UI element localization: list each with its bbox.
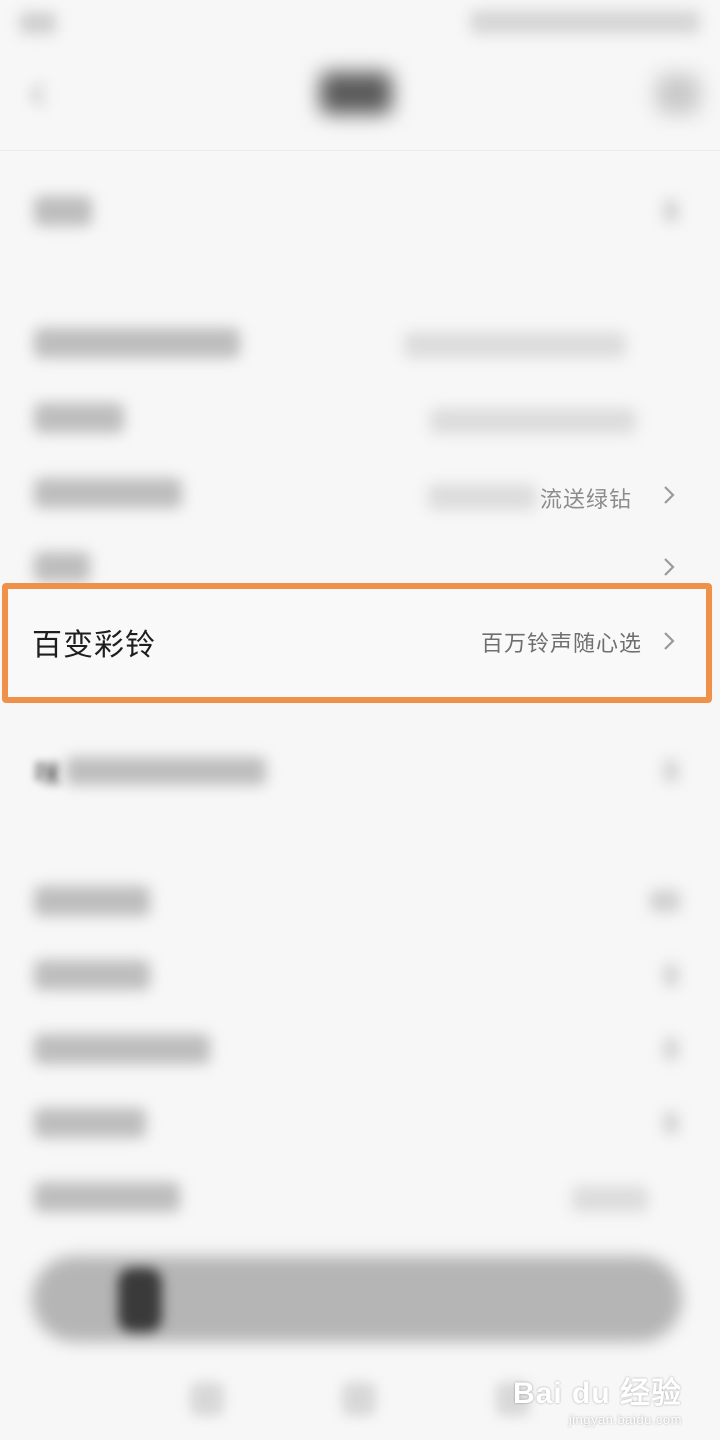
settings-row-7-label[interactable] [34, 886, 150, 916]
settings-row-11-value [572, 1186, 648, 1212]
album-art-icon[interactable] [118, 1268, 162, 1332]
settings-row-9-label[interactable] [34, 1034, 210, 1064]
chevron-right-icon [664, 1112, 678, 1134]
settings-row-5-label[interactable] [34, 552, 90, 582]
settings-row-4-value: 流送绿钻 [540, 488, 633, 513]
chevron-right-icon [664, 964, 678, 986]
ringback-label[interactable]: 百变彩铃 [32, 620, 156, 664]
chevron-right-icon[interactable] [662, 630, 676, 652]
settings-row-4-label[interactable] [34, 478, 182, 508]
settings-row-1-label[interactable] [34, 196, 92, 226]
chevron-right-icon [664, 200, 678, 222]
settings-row-8-label[interactable] [34, 960, 150, 990]
watermark-brand: Bai du 经验 [512, 1377, 682, 1410]
settings-row-3-label[interactable] [34, 403, 124, 433]
settings-row-10-label[interactable] [34, 1108, 146, 1138]
migu-row-label[interactable]: 咪 [34, 753, 63, 793]
migu-row-label-rest [66, 757, 266, 785]
settings-row-3-value [430, 408, 636, 434]
chevron-right-icon [664, 486, 675, 504]
header-action-icon[interactable] [656, 74, 700, 114]
status-bar-time [20, 12, 56, 34]
baidu-watermark: Bai du 经验 jingyan.baidu.com [513, 1368, 682, 1427]
page-title [320, 72, 392, 114]
settings-row-11-label[interactable] [34, 1182, 180, 1212]
back-arrow-icon[interactable] [22, 78, 56, 112]
settings-row-4-value-blurred [428, 484, 536, 510]
toggle-icon[interactable] [650, 890, 680, 912]
watermark-url: jingyan.baidu.com [568, 1412, 682, 1427]
nav-home-icon[interactable] [190, 1382, 224, 1416]
status-bar-indicators [470, 10, 700, 34]
chevron-right-icon [664, 1038, 678, 1060]
settings-row-2-value [404, 332, 626, 358]
settings-row-2-label[interactable] [34, 328, 240, 358]
chevron-right-icon [664, 760, 678, 782]
nav-discover-icon[interactable] [342, 1382, 376, 1416]
header-divider [0, 150, 720, 151]
chevron-right-icon [664, 558, 675, 576]
ringback-value: 百万铃声随心选 [480, 632, 642, 657]
